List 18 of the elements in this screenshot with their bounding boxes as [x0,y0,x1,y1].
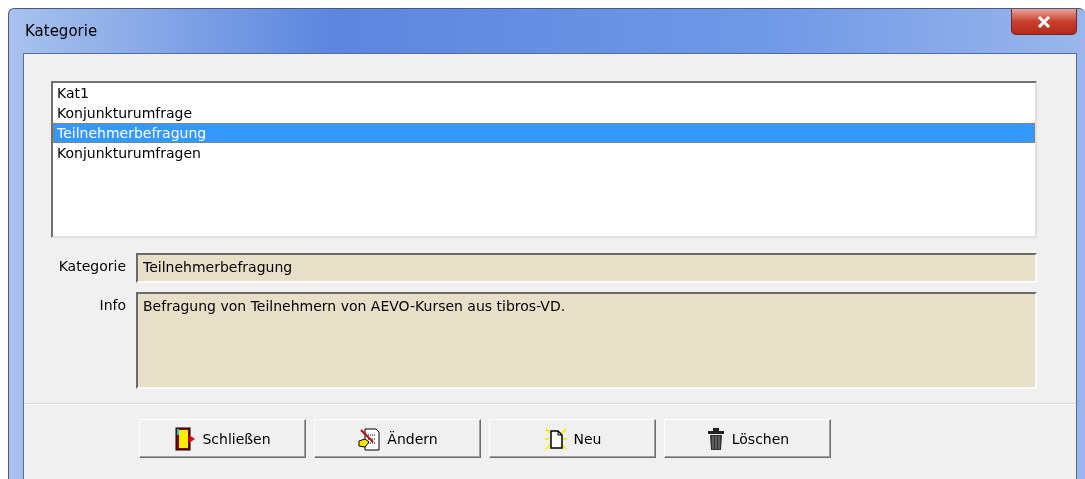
new-button[interactable]: Neu [489,419,656,458]
close-icon [1037,15,1051,28]
category-field[interactable]: Teilnehmerbefragung [136,253,1037,283]
field-label: Kategorie [57,257,126,274]
trash-icon [705,426,726,451]
list-item[interactable]: Konjunkturumfragen [53,143,1035,163]
close-button[interactable]: Schließen [139,419,306,458]
close-button[interactable] [1011,9,1077,35]
info-field[interactable]: Befragung von Teilnehmern von AEVO-Kursen aus tibros-VD. [136,292,1037,389]
field-label: Info [98,296,126,313]
list-item[interactable]: Konjunkturumfrage [53,103,1035,123]
door-icon [174,426,197,451]
new-document-icon [543,426,568,451]
window-title: Kategorie [25,22,98,40]
edit-button[interactable]: Ändern [314,419,481,458]
delete-button[interactable]: Löschen [664,419,831,458]
list-item[interactable]: Kat1 [53,83,1035,103]
document-pencil-icon [357,426,382,451]
